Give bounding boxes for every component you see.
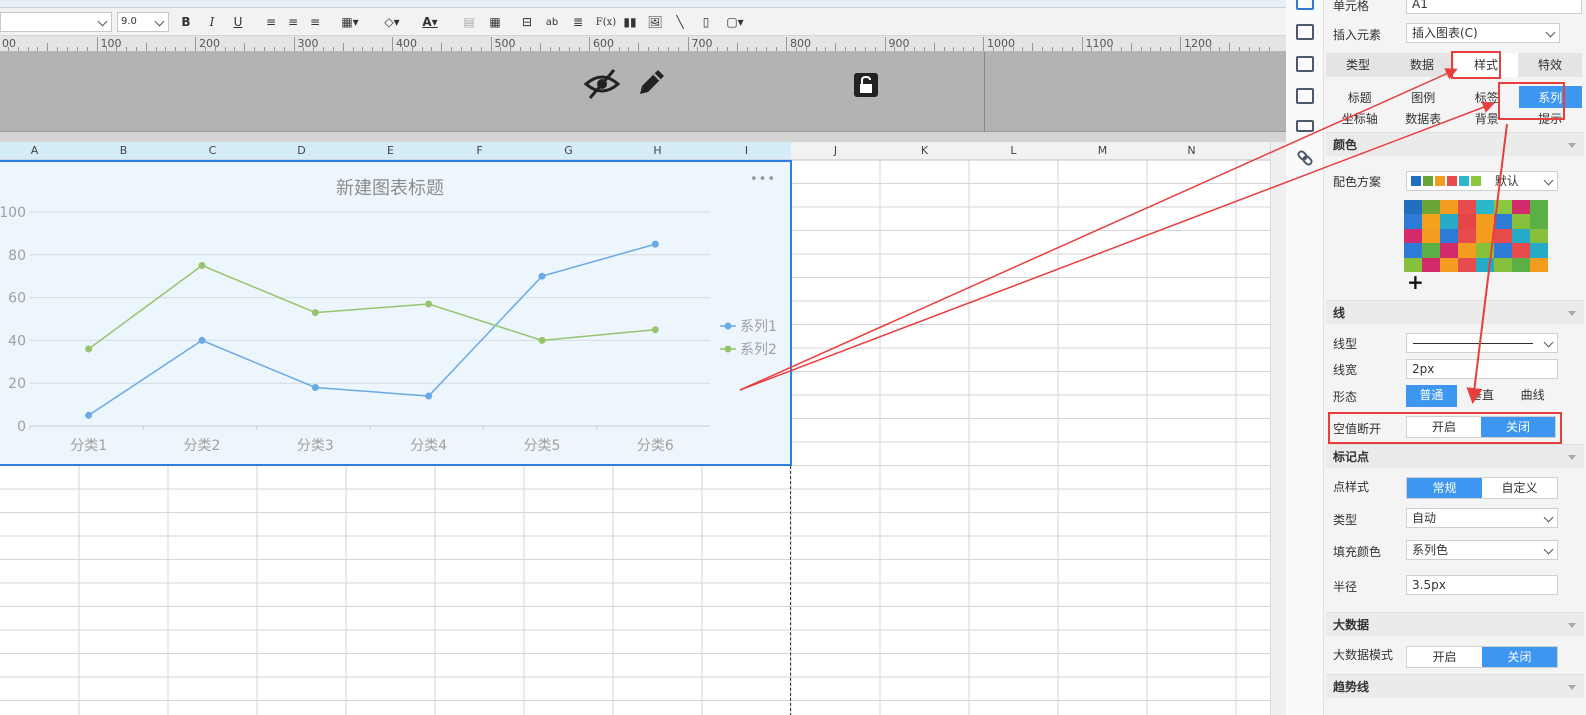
annotation-arrows (739, 68, 1508, 404)
